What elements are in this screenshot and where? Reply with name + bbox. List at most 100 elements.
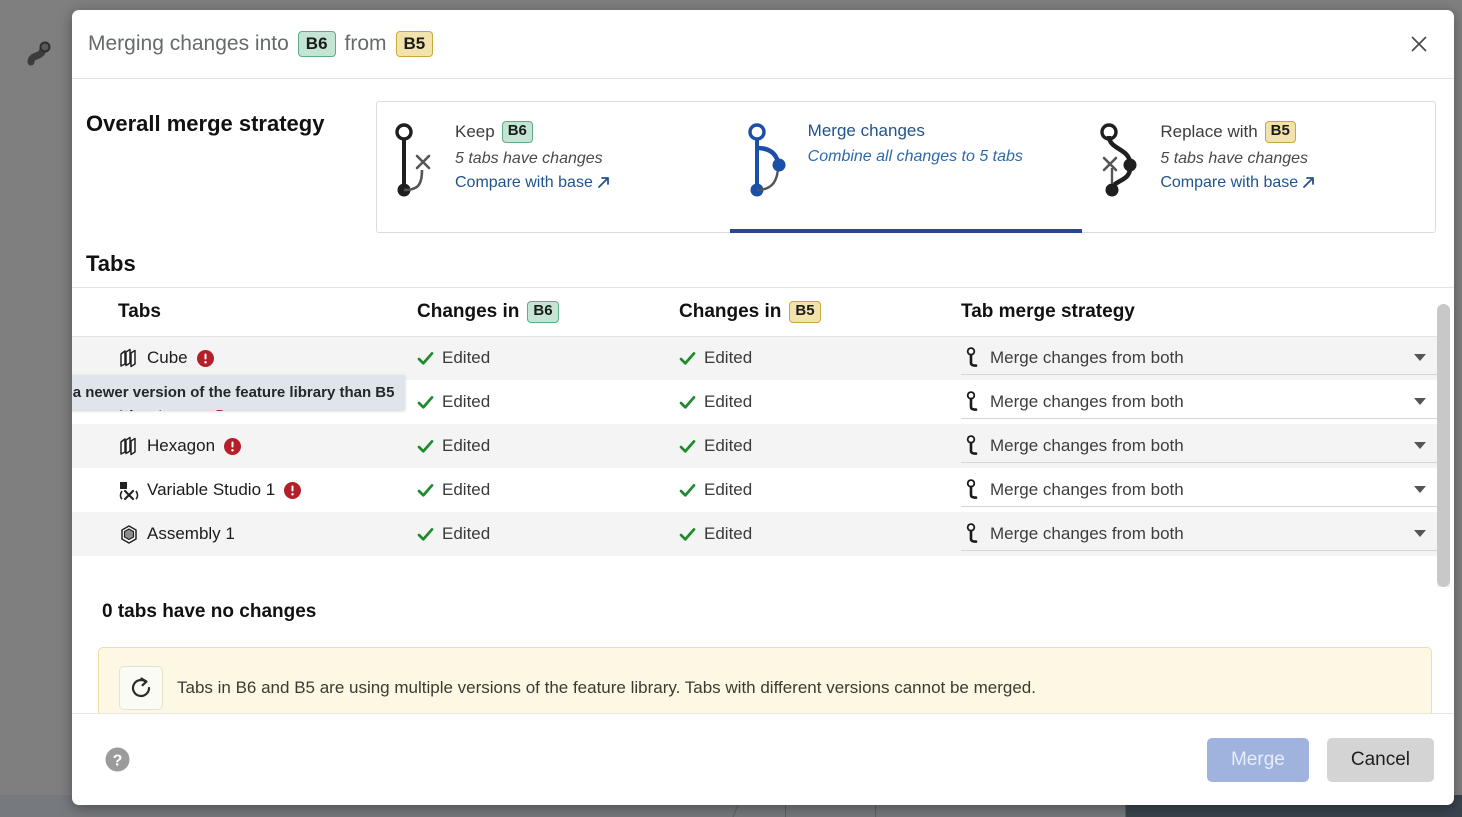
chevron-down-icon[interactable] [1414, 398, 1426, 405]
column-header-b5-badge: B5 [789, 300, 821, 323]
source-branch-badge: B5 [395, 30, 434, 58]
strategy-option-badge: B6 [501, 121, 533, 143]
chevron-down-icon[interactable] [1414, 354, 1426, 362]
tab-merge-strategy-dropdown[interactable]: Merge changes from both [961, 430, 1440, 463]
close-icon[interactable] [1402, 27, 1436, 61]
version-warning-icon[interactable] [284, 481, 302, 499]
feature-library-warning-banner: Tabs in B6 and B5 are using multiple ver… [98, 647, 1432, 713]
check-icon [417, 350, 434, 367]
changes-b5-cell: Edited [679, 512, 927, 556]
strategy-option-text: Merge changes Combine all changes to 5 t… [808, 118, 1023, 167]
tab-merge-strategy-cell: Merge changes from both [927, 512, 1440, 556]
dialog-title-middle: from [344, 32, 387, 55]
changes-b5-cell: Edited [679, 424, 927, 468]
replace-branch-graph-icon [1100, 123, 1137, 197]
check-icon [679, 394, 696, 411]
strategy-option-title: Keep B6 [455, 121, 610, 143]
check-icon [679, 438, 696, 455]
table-row[interactable]: Assembly 1 Edited Edited Merge changes from… [72, 512, 1440, 556]
tab-name-label: Cube [147, 348, 188, 368]
merge-person-icon [965, 346, 984, 369]
tabs-table-scrollbar-thumb[interactable] [1437, 304, 1450, 587]
tab-merge-strategy-dropdown[interactable]: Merge changes from both [961, 342, 1440, 375]
compare-with-base-link-keep[interactable]: Compare with base [455, 174, 610, 192]
check-icon [417, 438, 434, 455]
changes-b5-label: Edited [704, 524, 753, 543]
strategy-option-replace-with-b5[interactable]: Replace with B5 5 tabs have changes Comp… [1082, 102, 1435, 232]
check-icon [417, 482, 434, 499]
table-row[interactable]: Cube Edited Edited Merge changes from both [72, 336, 1440, 380]
overall-merge-strategy-section: Overall merge strategy Keep B6 5 tabs ha… [72, 79, 1454, 233]
compare-with-base-label: Compare with base [455, 173, 593, 191]
check-icon [679, 526, 696, 543]
dialog-header: Merging changes into B6 from B5 [72, 10, 1454, 79]
strategy-option-title-text: Merge changes [807, 121, 925, 140]
merge-button[interactable]: Merge [1206, 737, 1309, 782]
feature-library-tooltip: B6 uses a newer version of the feature l… [72, 375, 406, 410]
changes-b6-cell: Edited [417, 336, 679, 380]
selected-strategy-underline [729, 229, 1083, 233]
tab-merge-strategy-dropdown[interactable]: Merge changes from both [961, 386, 1440, 419]
dialog-action-buttons: Merge Cancel [1206, 737, 1434, 782]
strategy-option-title-text: Replace with [1160, 121, 1258, 141]
changes-b6-label: Edited [442, 436, 491, 455]
version-warning-icon[interactable] [224, 437, 242, 455]
check-icon [417, 394, 434, 411]
column-header-tabs-label: Tabs [118, 300, 161, 322]
tabs-table-container: Tabs Changes in B6 Changes in B5 Tab mer… [72, 287, 1454, 587]
changes-b5-label: Edited [704, 348, 753, 368]
column-header-changes-b5: Changes in B5 [679, 288, 927, 337]
tabs-table-scrollbar[interactable] [1437, 304, 1450, 587]
keep-branch-graph-icon [395, 123, 431, 197]
tab-merge-strategy-dropdown[interactable]: Merge changes from both [961, 518, 1440, 551]
changes-b6-label: Edited [442, 348, 491, 368]
check-icon [679, 482, 696, 499]
column-header-b6-badge: B6 [527, 300, 559, 323]
chevron-down-icon[interactable] [1414, 486, 1426, 493]
external-link-icon [1303, 177, 1315, 189]
changes-b5-cell: Edited [679, 336, 927, 380]
tabs-table-header-row: Tabs Changes in B6 Changes in B5 Tab mer… [72, 288, 1440, 337]
column-header-tabs: Tabs [72, 288, 417, 337]
tab-name-cell: Assembly 1 [72, 512, 417, 556]
merge-person-icon [965, 390, 984, 413]
merge-strategy-option-group: Keep B6 5 tabs have changes Compare with… [376, 101, 1436, 233]
tab-merge-strategy-dropdown[interactable]: Merge changes from both [961, 474, 1440, 507]
strategy-option-badge: B5 [1264, 121, 1296, 143]
tabs-table-head: Tabs Changes in B6 Changes in B5 Tab mer… [72, 288, 1440, 337]
chevron-down-icon[interactable] [1414, 442, 1426, 449]
merge-dialog: Merging changes into B6 from B5 Overall … [72, 10, 1454, 805]
column-header-strategy-label: Tab merge strategy [961, 300, 1135, 322]
changes-b5-cell: Edited [679, 468, 927, 512]
strategy-option-merge-changes[interactable]: Merge changes Combine all changes to 5 t… [729, 102, 1083, 233]
version-warning-icon[interactable] [196, 349, 214, 367]
cancel-button[interactable]: Cancel [1326, 737, 1434, 782]
tab-merge-strategy-value: Merge changes from both [990, 391, 1184, 411]
dialog-body: Overall merge strategy Keep B6 5 tabs ha… [72, 79, 1454, 713]
table-row[interactable]: Hexagon Edited Edited Merge changes from bo… [72, 424, 1440, 468]
tab-name-cell: Cube [72, 336, 417, 380]
merge-branch-graph-icon [747, 123, 786, 197]
table-row[interactable]: Variable Studio 1 Edited Edited Merge chang… [72, 468, 1440, 512]
tabs-table-body: CubeEditedEditedMerge changes from bothS… [72, 336, 1440, 556]
changes-b6-label: Edited [442, 480, 491, 499]
compare-with-base-link-replace[interactable]: Compare with base [1160, 174, 1315, 192]
changes-b5-label: Edited [704, 436, 753, 455]
changes-b5-label: Edited [704, 480, 753, 499]
strategy-option-title: Merge changes [808, 121, 1023, 141]
merge-person-icon [965, 478, 984, 501]
changes-b6-label: Edited [442, 392, 491, 411]
strategy-option-keep-b6[interactable]: Keep B6 5 tabs have changes Compare with… [377, 102, 730, 232]
changes-b5-label: Edited [704, 392, 753, 411]
chevron-down-icon[interactable] [1414, 530, 1426, 537]
strategy-option-text: Replace with B5 5 tabs have changes Comp… [1160, 118, 1315, 192]
tab-merge-strategy-value: Merge changes from both [990, 435, 1184, 455]
external-link-icon [597, 177, 609, 189]
help-icon[interactable]: ? [104, 746, 131, 773]
tab-merge-strategy-value: Merge changes from both [990, 523, 1184, 543]
merge-person-icon [965, 522, 984, 545]
no-changes-summary: 0 tabs have no changes [102, 601, 317, 622]
column-header-changes-b6: Changes in B6 [417, 288, 679, 337]
feature-library-version-icon [119, 666, 163, 710]
check-icon [417, 526, 434, 543]
